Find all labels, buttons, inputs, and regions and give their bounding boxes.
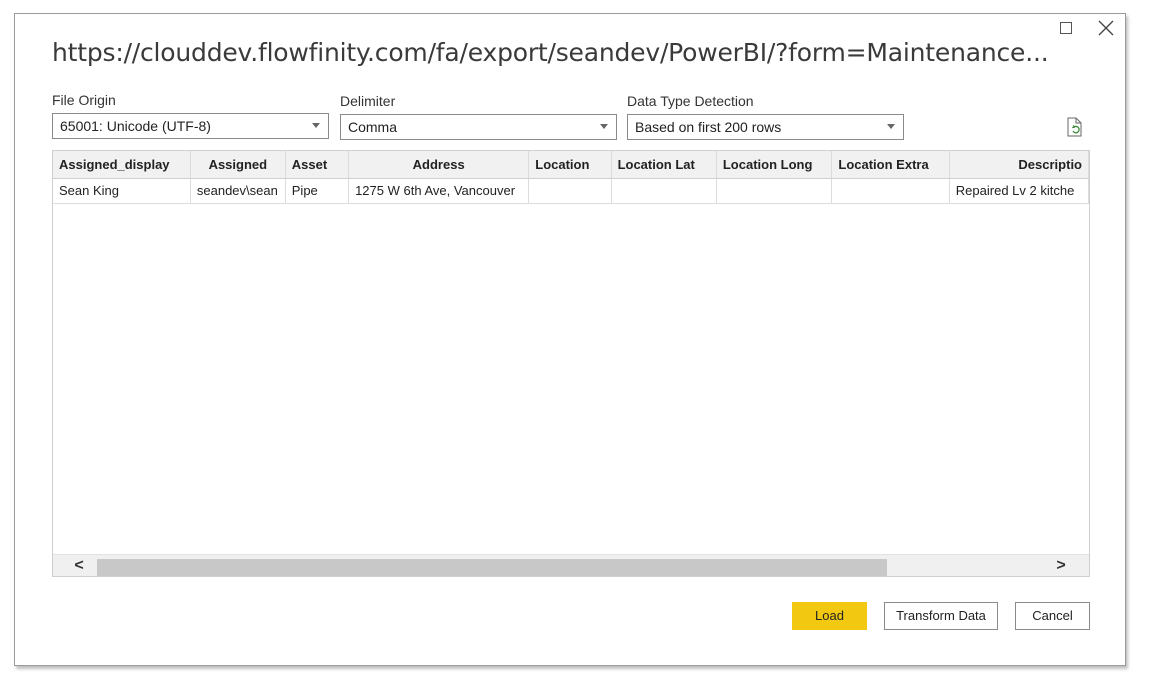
delimiter-value: Comma bbox=[348, 119, 398, 135]
column-header[interactable]: Asset bbox=[285, 151, 350, 179]
scrollbar-thumb[interactable] bbox=[97, 559, 887, 576]
data-type-detection-label: Data Type Detection bbox=[627, 93, 754, 109]
close-icon[interactable] bbox=[1097, 19, 1115, 37]
table-cell bbox=[716, 178, 833, 204]
table-cell: Sean King bbox=[53, 178, 191, 204]
load-button[interactable]: Load bbox=[792, 602, 867, 630]
table-cell: 1275 W 6th Ave, Vancouver bbox=[348, 178, 530, 204]
delimiter-dropdown[interactable]: Comma bbox=[340, 114, 617, 140]
column-header[interactable]: Assigned bbox=[190, 151, 286, 179]
column-header[interactable]: Location Extra bbox=[831, 151, 950, 179]
chevron-down-icon bbox=[600, 124, 608, 129]
table-row: Sean King seandev\sean Pipe 1275 W 6th A… bbox=[53, 178, 1089, 204]
table-cell bbox=[611, 178, 717, 204]
column-header[interactable]: Location Lat bbox=[611, 151, 717, 179]
cancel-button[interactable]: Cancel bbox=[1015, 602, 1090, 630]
column-header[interactable]: Address bbox=[348, 151, 530, 179]
table-cell: Pipe bbox=[285, 178, 350, 204]
chevron-down-icon bbox=[887, 124, 895, 129]
column-header[interactable]: Assigned_display bbox=[53, 151, 191, 179]
preview-grid: Assigned_display Assigned Asset Address … bbox=[53, 151, 1089, 204]
file-origin-label: File Origin bbox=[52, 92, 116, 108]
transform-data-button[interactable]: Transform Data bbox=[884, 602, 998, 630]
horizontal-scrollbar[interactable]: < > bbox=[53, 554, 1089, 576]
dialog-title: https://clouddev.flowfinity.com/fa/expor… bbox=[52, 38, 1049, 67]
table-cell bbox=[528, 178, 612, 204]
scroll-left-icon[interactable]: < bbox=[71, 557, 87, 575]
file-origin-value: 65001: Unicode (UTF-8) bbox=[60, 118, 211, 134]
file-origin-dropdown[interactable]: 65001: Unicode (UTF-8) bbox=[52, 113, 329, 139]
table-cell bbox=[831, 178, 950, 204]
table-cell: seandev\sean bbox=[190, 178, 286, 204]
delimiter-label: Delimiter bbox=[340, 93, 396, 109]
column-header[interactable]: Location bbox=[528, 151, 612, 179]
data-preview-table: Assigned_display Assigned Asset Address … bbox=[52, 150, 1090, 577]
table-header-row: Assigned_display Assigned Asset Address … bbox=[53, 151, 1089, 179]
table-cell: Repaired Lv 2 kitche bbox=[949, 178, 1089, 204]
refresh-preview-icon[interactable] bbox=[1066, 117, 1084, 137]
column-header[interactable]: Descriptio bbox=[949, 151, 1089, 179]
column-header[interactable]: Location Long bbox=[716, 151, 833, 179]
maximize-icon[interactable] bbox=[1060, 22, 1072, 34]
data-type-detection-value: Based on first 200 rows bbox=[635, 119, 782, 135]
chevron-down-icon bbox=[312, 123, 320, 128]
scroll-right-icon[interactable]: > bbox=[1053, 557, 1069, 575]
data-type-detection-dropdown[interactable]: Based on first 200 rows bbox=[627, 114, 904, 140]
